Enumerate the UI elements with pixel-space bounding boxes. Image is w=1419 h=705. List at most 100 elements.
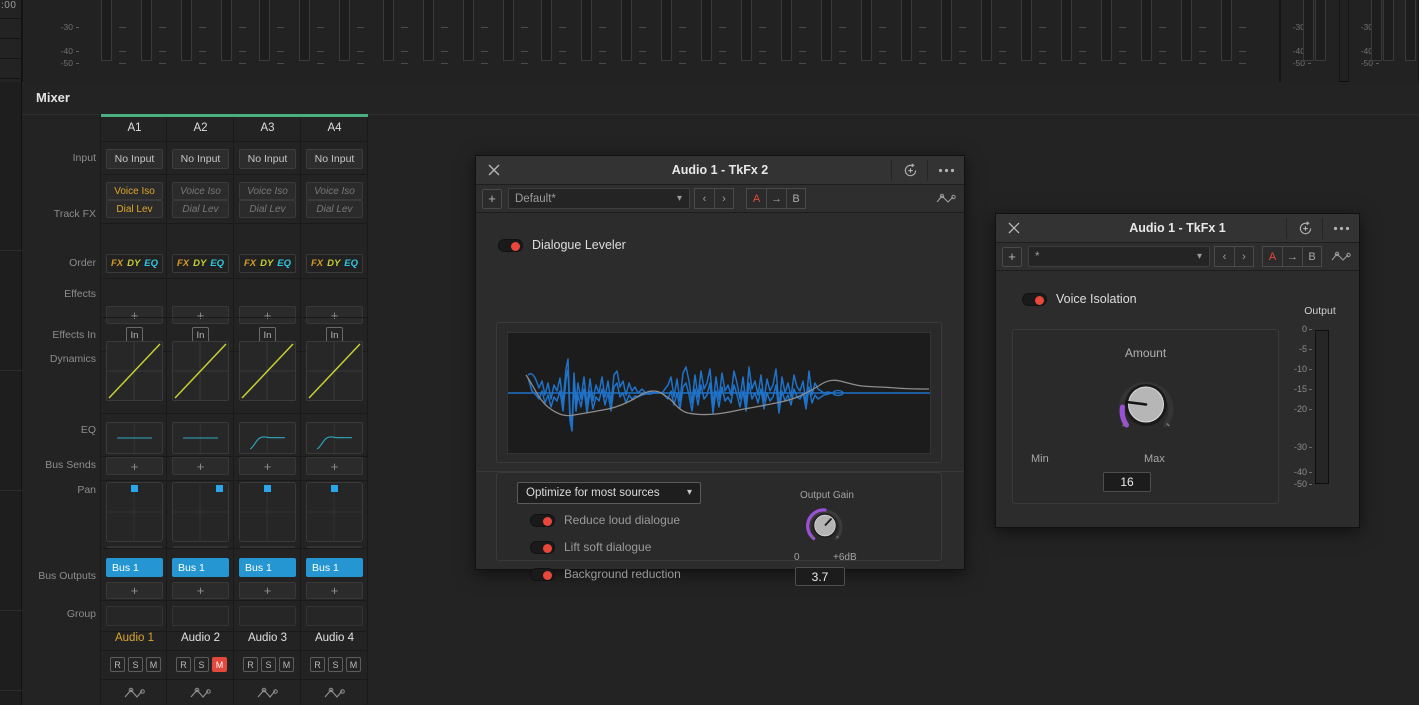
add-bus-output-button-A4[interactable]: +	[306, 582, 363, 599]
dynamics-thumbnail-A3[interactable]	[239, 341, 296, 401]
add-effect-button-A1[interactable]: +	[106, 306, 163, 324]
fx2-prev-preset-button[interactable]: ‹	[694, 188, 714, 209]
track-name-A4[interactable]: Audio 4	[301, 632, 368, 644]
fx2-copy-ab-button[interactable]: →	[766, 188, 786, 209]
lift-soft-dialogue-row[interactable]: Lift soft dialogue	[530, 540, 651, 554]
fx1-b-button[interactable]: B	[1302, 246, 1322, 267]
dynamics-thumbnail-A1[interactable]	[106, 341, 163, 401]
add-bus-output-button-A1[interactable]: +	[106, 582, 163, 599]
solo-button-A2[interactable]: S	[194, 657, 209, 672]
bus-output-A4[interactable]: Bus 1	[306, 558, 363, 577]
eq-thumbnail-A3[interactable]	[239, 422, 296, 454]
output-gain-knob[interactable]	[804, 505, 846, 552]
fx-order-button-A2[interactable]: FX DY EQ	[172, 254, 229, 273]
input-button-A4[interactable]: No Input	[306, 149, 363, 169]
eq-thumbnail-A2[interactable]	[172, 422, 229, 454]
fx1-effect-enable-row[interactable]: Voice Isolation	[1022, 292, 1137, 306]
channel-header-A3[interactable]: A3	[234, 122, 301, 134]
bus-output-A1[interactable]: Bus 1	[106, 558, 163, 577]
fx1-titlebar[interactable]: Audio 1 - TkFx 1	[996, 214, 1359, 243]
channel-header-A4[interactable]: A4	[301, 122, 368, 134]
track-fx-slot-1-A4[interactable]: Voice Iso	[306, 182, 363, 200]
fx2-a-button[interactable]: A	[746, 188, 766, 209]
solo-button-A3[interactable]: S	[261, 657, 276, 672]
reduce-loud-dialogue-toggle[interactable]	[530, 513, 555, 527]
fx1-copy-ab-button[interactable]: →	[1282, 246, 1302, 267]
dynamics-thumbnail-A4[interactable]	[306, 341, 363, 401]
channel-header-A1[interactable]: A1	[101, 122, 168, 134]
record-arm-button-A4[interactable]: R	[310, 657, 325, 672]
solo-button-A1[interactable]: S	[128, 657, 143, 672]
automation-curve-icon-A2[interactable]	[167, 682, 234, 704]
fx2-automation-curve-icon[interactable]	[936, 193, 958, 205]
pan-handle-A4[interactable]	[331, 485, 338, 492]
solo-button-A4[interactable]: S	[328, 657, 343, 672]
add-bus-send-button-A3[interactable]: +	[239, 457, 296, 475]
fx1-add-preset-button[interactable]: +	[1002, 246, 1022, 267]
eq-thumbnail-A1[interactable]	[106, 422, 163, 454]
mute-button-A4[interactable]: M	[346, 657, 361, 672]
input-button-A1[interactable]: No Input	[106, 149, 163, 169]
fx2-next-preset-button[interactable]: ›	[714, 188, 734, 209]
fx2-titlebar[interactable]: Audio 1 - TkFx 2	[476, 156, 964, 185]
dialogue-leveler-toggle[interactable]	[498, 238, 523, 252]
pan-handle-A2[interactable]	[215, 485, 223, 492]
fx1-automation-curve-icon[interactable]	[1331, 251, 1353, 263]
group-field-A1[interactable]	[106, 606, 163, 626]
fx1-reset-icon[interactable]	[1287, 214, 1323, 242]
track-fx-slot-2-A3[interactable]: Dial Lev	[239, 200, 296, 218]
reduce-loud-dialogue-row[interactable]: Reduce loud dialogue	[530, 513, 680, 527]
fx2-more-options-icon[interactable]	[928, 156, 964, 184]
fx-order-button-A4[interactable]: FX DY EQ	[306, 254, 363, 273]
automation-curve-icon-A4[interactable]	[301, 682, 368, 704]
fx2-add-preset-button[interactable]: +	[482, 188, 502, 209]
record-arm-button-A1[interactable]: R	[110, 657, 125, 672]
track-fx-slot-2-A2[interactable]: Dial Lev	[172, 200, 229, 218]
fx2-reset-icon[interactable]	[892, 156, 928, 184]
add-bus-output-button-A3[interactable]: +	[239, 582, 296, 599]
add-bus-send-button-A2[interactable]: +	[172, 457, 229, 475]
add-bus-output-button-A2[interactable]: +	[172, 582, 229, 599]
fx1-prev-preset-button[interactable]: ‹	[1214, 246, 1234, 267]
add-effect-button-A2[interactable]: +	[172, 306, 229, 324]
background-reduction-row[interactable]: Background reduction	[530, 567, 681, 581]
lift-soft-dialogue-toggle[interactable]	[530, 540, 555, 554]
fx2-preset-dropdown[interactable]: Default* ▾	[508, 188, 690, 209]
track-fx-slot-2-A4[interactable]: Dial Lev	[306, 200, 363, 218]
fx2-b-button[interactable]: B	[786, 188, 806, 209]
fx-order-button-A1[interactable]: FX DY EQ	[106, 254, 163, 273]
bus-output-A2[interactable]: Bus 1	[172, 558, 229, 577]
voice-isolation-toggle[interactable]	[1022, 292, 1047, 306]
track-name-A2[interactable]: Audio 2	[167, 632, 234, 644]
fx1-preset-dropdown[interactable]: * ▾	[1028, 246, 1210, 267]
track-fx-slot-1-A1[interactable]: Voice Iso	[106, 182, 163, 200]
bus-output-A3[interactable]: Bus 1	[239, 558, 296, 577]
record-arm-button-A3[interactable]: R	[243, 657, 258, 672]
amount-knob[interactable]	[1113, 372, 1179, 443]
add-bus-send-button-A4[interactable]: +	[306, 457, 363, 475]
mute-button-A3[interactable]: M	[279, 657, 294, 672]
input-button-A3[interactable]: No Input	[239, 149, 296, 169]
fx1-close-icon[interactable]	[996, 214, 1032, 242]
group-field-A4[interactable]	[306, 606, 363, 626]
fx2-close-icon[interactable]	[476, 156, 512, 184]
eq-thumbnail-A4[interactable]	[306, 422, 363, 454]
group-field-A3[interactable]	[239, 606, 296, 626]
background-reduction-toggle[interactable]	[530, 567, 555, 581]
fx1-next-preset-button[interactable]: ›	[1234, 246, 1254, 267]
fx-order-button-A3[interactable]: FX DY EQ	[239, 254, 296, 273]
record-arm-button-A2[interactable]: R	[176, 657, 191, 672]
track-fx-slot-1-A2[interactable]: Voice Iso	[172, 182, 229, 200]
mute-button-A2[interactable]: M	[212, 657, 227, 672]
output-gain-value[interactable]: 3.7	[795, 567, 845, 586]
add-bus-send-button-A1[interactable]: +	[106, 457, 163, 475]
input-button-A2[interactable]: No Input	[172, 149, 229, 169]
channel-header-A2[interactable]: A2	[167, 122, 234, 134]
track-name-A3[interactable]: Audio 3	[234, 632, 301, 644]
amount-value[interactable]: 16	[1103, 472, 1151, 492]
pan-handle-A1[interactable]	[131, 485, 138, 492]
track-fx-slot-1-A3[interactable]: Voice Iso	[239, 182, 296, 200]
fx2-effect-enable-row[interactable]: Dialogue Leveler	[498, 238, 626, 252]
optimize-mode-dropdown[interactable]: Optimize for most sources ▾	[517, 482, 701, 504]
add-effect-button-A4[interactable]: +	[306, 306, 363, 324]
